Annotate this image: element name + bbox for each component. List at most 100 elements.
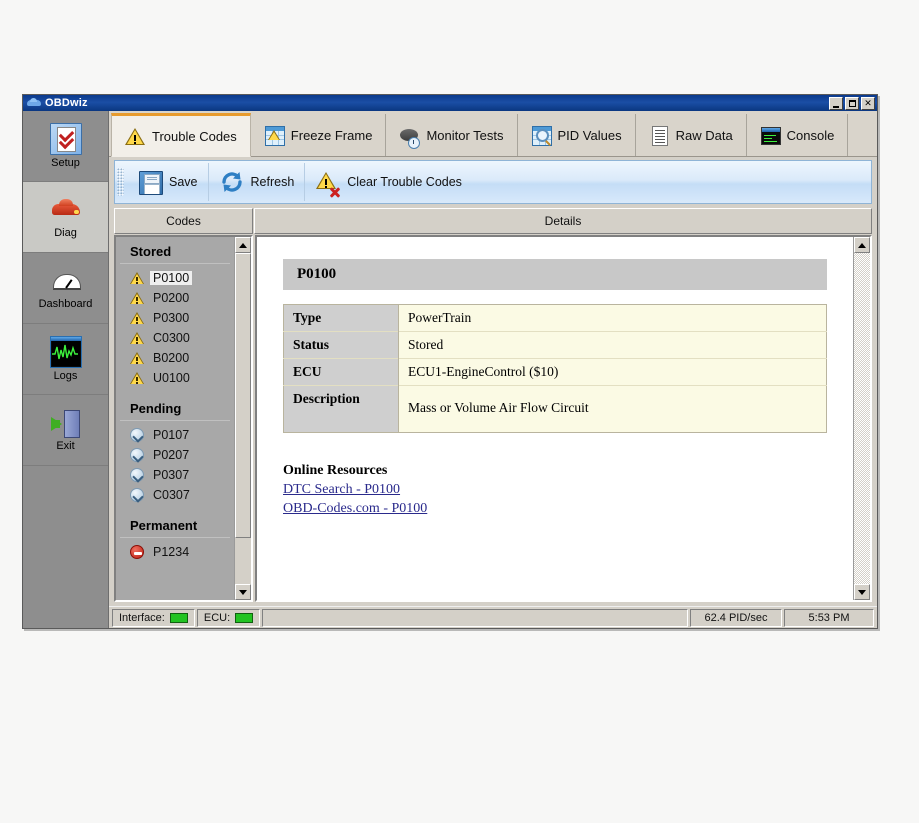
list-item[interactable]: P0307	[116, 465, 234, 485]
code-label: C0307	[153, 488, 190, 502]
code-label: C0300	[153, 331, 190, 345]
list-item[interactable]: B0200	[116, 348, 234, 368]
refresh-button[interactable]: Refresh	[209, 163, 306, 201]
refresh-label: Refresh	[250, 175, 295, 189]
code-label: P0307	[153, 468, 190, 482]
interface-label: Interface:	[119, 611, 165, 624]
warning-triangle-icon	[125, 126, 145, 146]
list-item[interactable]: P0200	[116, 288, 234, 308]
scroll-down-button[interactable]	[854, 584, 870, 600]
sidebar-item-label: Diag	[54, 227, 77, 239]
details-scrollbar[interactable]	[853, 237, 870, 600]
tab-console[interactable]: Console	[747, 114, 849, 156]
sidebar-item-diag[interactable]: Diag	[23, 182, 108, 253]
grid-magnifier-icon	[531, 125, 552, 146]
sidebar-item-label: Logs	[53, 370, 78, 382]
column-header-details[interactable]: Details	[254, 208, 872, 234]
tab-label: Freeze Frame	[290, 127, 373, 143]
status-spacer	[262, 608, 688, 627]
interface-status: Interface:	[112, 608, 195, 627]
warning-triangle-icon	[130, 371, 144, 385]
online-resources-heading: Online Resources	[283, 463, 388, 478]
save-button[interactable]: Save	[127, 163, 209, 201]
waveform-icon	[49, 336, 82, 368]
code-label: P0107	[153, 428, 190, 442]
document-icon	[649, 125, 669, 146]
details-body: P0100 Type PowerTrain Status Stored ECU …	[257, 237, 853, 600]
chevron-down-circle-icon	[130, 428, 144, 442]
close-button[interactable]: ✕	[861, 96, 875, 110]
scroll-down-button[interactable]	[235, 584, 251, 600]
sidebar-item-label: Setup	[51, 157, 80, 169]
list-item[interactable]: U0100	[116, 368, 234, 388]
code-label: P0300	[153, 311, 190, 325]
obd-codes-link[interactable]: OBD-Codes.com - P0100	[283, 501, 827, 517]
scroll-track[interactable]	[854, 253, 870, 584]
list-item[interactable]: C0300	[116, 328, 234, 348]
tab-label: Console	[786, 127, 835, 143]
tab-trouble-codes[interactable]: Trouble Codes	[111, 113, 251, 157]
window-body: Setup Diag Dashboard Logs Exit Trouble C…	[23, 111, 877, 628]
list-item[interactable]: C0307	[116, 485, 234, 505]
window-buttons: ✕	[829, 96, 875, 110]
gauge-icon	[51, 266, 81, 296]
sidebar: Setup Diag Dashboard Logs Exit	[23, 111, 109, 628]
table-row: Status Stored	[283, 331, 827, 359]
tab-monitor-tests[interactable]: Monitor Tests	[386, 114, 518, 156]
ecu-led-icon	[235, 612, 254, 623]
obdwiz-window: OBDwiz ✕ Setup Diag Dashboard Logs Exit …	[22, 94, 878, 629]
sidebar-item-dashboard[interactable]: Dashboard	[23, 253, 108, 324]
scroll-up-button[interactable]	[854, 237, 870, 253]
tab-label: Trouble Codes	[152, 128, 237, 144]
group-header-permanent: Permanent	[120, 515, 230, 538]
sidebar-item-logs[interactable]: Logs	[23, 324, 108, 395]
scroll-up-button[interactable]	[235, 237, 251, 253]
maximize-button[interactable]	[845, 96, 859, 110]
ecu-label: ECU:	[203, 611, 231, 624]
chevron-down-circle-icon	[130, 468, 144, 482]
car-icon	[51, 195, 81, 225]
warning-triangle-icon	[130, 271, 144, 285]
list-item[interactable]: P1234	[116, 542, 234, 562]
sidebar-item-setup[interactable]: Setup	[23, 111, 108, 182]
window-title: OBDwiz	[45, 97, 88, 109]
warning-triangle-icon	[130, 311, 144, 325]
codes-scrollbar[interactable]	[234, 237, 251, 600]
ecu-status: ECU:	[196, 608, 261, 627]
clear-label: Clear Trouble Codes	[347, 175, 462, 189]
code-label: P0100	[150, 271, 193, 285]
puck-clock-icon	[399, 125, 421, 149]
list-item[interactable]: P0207	[116, 445, 234, 465]
row-key: Description	[283, 385, 399, 433]
scroll-track[interactable]	[235, 253, 251, 584]
clear-trouble-codes-button[interactable]: Clear Trouble Codes	[305, 163, 472, 201]
tab-freeze-frame[interactable]: Freeze Frame	[251, 114, 387, 156]
list-item[interactable]: P0100	[116, 268, 234, 288]
row-key: Status	[283, 331, 399, 359]
tab-raw-data[interactable]: Raw Data	[636, 114, 747, 156]
list-item[interactable]: P0300	[116, 308, 234, 328]
code-label: P1234	[153, 545, 190, 559]
toolbar-grip[interactable]	[117, 168, 124, 196]
column-header-codes[interactable]: Codes	[114, 208, 253, 234]
row-value: Mass or Volume Air Flow Circuit	[398, 385, 827, 433]
group-header-pending: Pending	[120, 398, 230, 421]
group-header-stored: Stored	[120, 241, 230, 264]
pid-rate-status: 62.4 PID/sec	[690, 608, 782, 627]
sidebar-item-label: Exit	[56, 440, 75, 452]
row-value: PowerTrain	[408, 310, 472, 325]
dtc-search-link[interactable]: DTC Search - P0100	[283, 482, 827, 498]
status-bar: Interface: ECU: 62.4 PID/sec 5:53 PM	[109, 606, 877, 628]
code-label: U0100	[153, 371, 190, 385]
minimize-button[interactable]	[829, 96, 843, 110]
console-window-icon	[760, 125, 781, 145]
warning-triangle-icon	[130, 351, 144, 365]
scroll-thumb[interactable]	[235, 253, 251, 538]
sidebar-item-exit[interactable]: Exit	[23, 395, 108, 466]
list-item[interactable]: P0107	[116, 425, 234, 445]
car-icon	[27, 97, 41, 109]
tab-label: Raw Data	[675, 127, 733, 143]
title-bar[interactable]: OBDwiz ✕	[23, 95, 877, 111]
codes-list[interactable]: Stored P0100 P0200 P0300 C0300 B0200 U01…	[116, 237, 234, 600]
tab-pid-values[interactable]: PID Values	[518, 114, 636, 156]
